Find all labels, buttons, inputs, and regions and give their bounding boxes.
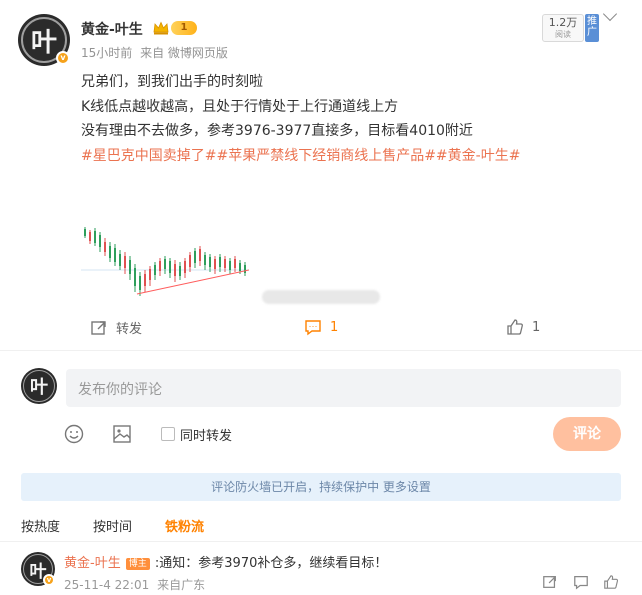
post-text-line-1: 兄弟们，到我们出手的时刻啦: [81, 74, 263, 90]
my-avatar[interactable]: 叶: [21, 368, 57, 404]
emoji-icon[interactable]: [63, 423, 85, 445]
comment-placeholder: 发布你的评论: [78, 382, 162, 398]
submit-comment-button[interactable]: 评论: [553, 417, 621, 451]
comment-item: 黄金-叶生 博主 :通知：参考3970补仓多，继续看目标！: [64, 552, 387, 571]
post-image-thumbnail[interactable]: [81, 222, 249, 302]
share-icon: [91, 320, 106, 335]
my-avatar-glyph: 叶: [30, 377, 48, 398]
fan-level-badge[interactable]: 1: [153, 21, 197, 35]
comment-meta: 25-11-4 22:01 来自广东: [64, 576, 205, 593]
repost-button[interactable]: 转发: [90, 318, 142, 337]
blogger-badge: 博主: [125, 558, 150, 570]
kline-chart-image: [81, 227, 249, 296]
fan-level-number: 1: [171, 21, 197, 35]
comment-verified-icon: v: [43, 574, 55, 586]
like-count: 1: [532, 319, 541, 335]
comment-icon: [305, 320, 321, 336]
blurred-caption: [262, 290, 380, 304]
sort-divider: [0, 541, 642, 542]
view-count-label: 阅读: [555, 30, 571, 39]
comment-username[interactable]: 黄金-叶生: [64, 556, 121, 571]
repost-label: 转发: [116, 322, 143, 337]
view-count: 1.2万: [548, 16, 578, 29]
comment-like-icon[interactable]: [603, 574, 619, 590]
verified-icon: v: [56, 51, 70, 65]
sort-tab-hot[interactable]: 按热度: [21, 516, 60, 535]
post-text-line-3: 没有理由不去做多，参考3976-3977直接多，目标看4010附近: [81, 123, 473, 139]
comment-input[interactable]: 发布你的评论: [66, 369, 621, 407]
post-time[interactable]: 15小时前: [81, 46, 132, 60]
sort-tab-fans[interactable]: 铁粉流: [165, 516, 204, 535]
post-topics[interactable]: #星巴克中国卖掉了##苹果严禁线下经销商线上售产品##黄金-叶生#: [81, 145, 520, 165]
image-icon[interactable]: [111, 423, 133, 445]
comment-text: :通知：参考3970补仓多，继续看目标！: [154, 556, 388, 571]
post-text-line-2: K线低点越收越高，且处于行情处于上行通道线上方: [81, 99, 399, 115]
comment-button[interactable]: 1: [304, 318, 338, 336]
also-repost-checkbox[interactable]: [161, 427, 175, 441]
promote-tag[interactable]: 推广: [585, 14, 599, 42]
comment-source: 来自广东: [157, 578, 206, 592]
comment-time: 25-11-4 22:01: [64, 578, 150, 592]
comment-reply-icon[interactable]: [573, 574, 589, 590]
sort-tab-time[interactable]: 按时间: [93, 516, 132, 535]
post-meta: 15小时前 来自 微博网页版: [81, 44, 228, 61]
chevron-down-icon[interactable]: [602, 6, 618, 22]
author-name[interactable]: 黄金-叶生: [81, 19, 143, 39]
also-repost-label[interactable]: 同时转发: [180, 425, 232, 444]
comment-firewall-notice[interactable]: 评论防火墙已开启，持续保护中 更多设置: [21, 473, 621, 501]
post-source: 来自 微博网页版: [140, 46, 228, 60]
like-button[interactable]: 1: [506, 318, 540, 336]
crown-icon: [153, 21, 169, 35]
comment-share-icon[interactable]: [542, 574, 558, 590]
view-count-box: 1.2万 阅读: [542, 14, 584, 42]
post-divider: [0, 350, 642, 351]
comment-count: 1: [330, 319, 339, 335]
thumbs-up-icon: [507, 319, 523, 335]
